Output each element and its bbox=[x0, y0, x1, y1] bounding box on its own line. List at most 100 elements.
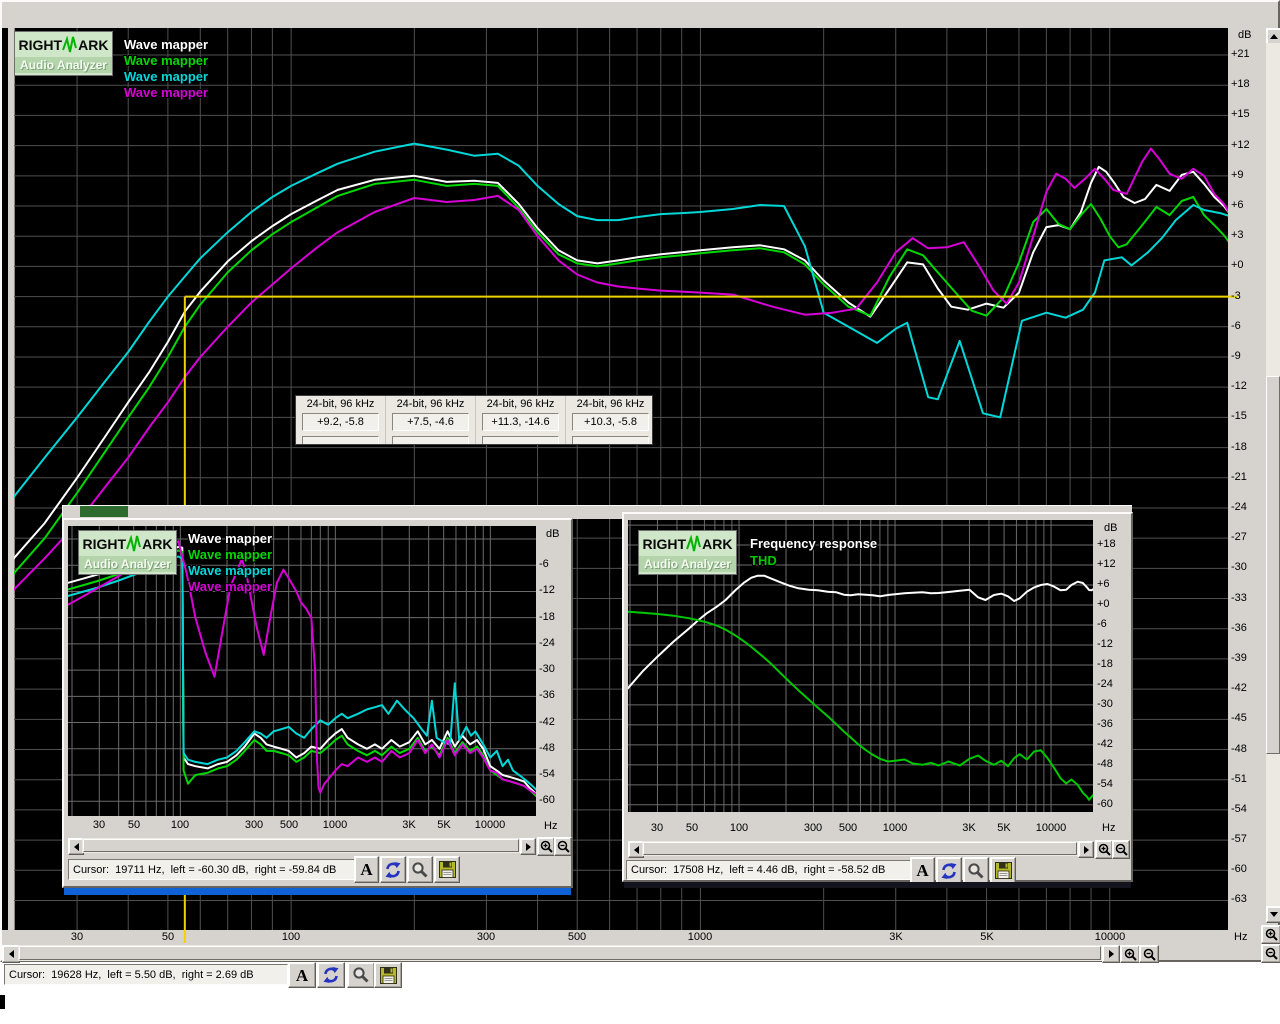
info-value-clipped bbox=[482, 436, 559, 444]
y-tick-label: -12 bbox=[1097, 638, 1113, 650]
zoom-options-button[interactable] bbox=[963, 857, 989, 884]
cursor-readout-text: Cursor: 19711 Hz, left = -60.30 dB, righ… bbox=[73, 863, 337, 876]
y-tick-label: -6 bbox=[1231, 320, 1241, 332]
magnifier-icon bbox=[412, 861, 428, 878]
h-scrollbar-thumb[interactable] bbox=[83, 839, 519, 852]
zoom-out-button[interactable] bbox=[554, 837, 572, 856]
info-column: 24-bit, 96 kHz +7.5, -4.6 bbox=[386, 396, 476, 444]
refresh-button[interactable] bbox=[317, 962, 345, 988]
y-tick-label: -21 bbox=[1231, 471, 1247, 483]
x-tick-label: 3K bbox=[402, 819, 416, 831]
y-tick-label: -42 bbox=[1097, 738, 1113, 750]
save-button[interactable] bbox=[374, 962, 402, 988]
zoom-out-button[interactable] bbox=[1112, 840, 1130, 859]
right-y-unit: dB bbox=[1104, 522, 1118, 534]
y-tick-label: -48 bbox=[539, 742, 555, 754]
zoom-in-x-button[interactable] bbox=[1120, 945, 1140, 963]
y-tick-label: +21 bbox=[1231, 48, 1250, 60]
font-a-icon: A bbox=[295, 965, 309, 985]
x-tick-label: 50 bbox=[127, 819, 141, 831]
zoom-options-button[interactable] bbox=[407, 856, 433, 883]
refresh-button[interactable] bbox=[936, 857, 962, 884]
font-a-icon: A bbox=[916, 861, 929, 880]
x-tick-label: 1000 bbox=[882, 822, 908, 834]
y-tick-label: -45 bbox=[1231, 712, 1247, 724]
scroll-right-button[interactable] bbox=[520, 838, 536, 855]
info-header: 24-bit, 96 kHz bbox=[306, 398, 375, 410]
x-tick-label: 50 bbox=[685, 822, 699, 834]
zoom-in-button[interactable] bbox=[1095, 840, 1113, 859]
font-a-icon: A bbox=[360, 860, 373, 879]
refresh-button[interactable] bbox=[380, 856, 406, 883]
refresh-icon bbox=[385, 861, 401, 878]
legend-item: Wave mapper bbox=[124, 37, 209, 52]
h-scrollbar-thumb[interactable] bbox=[19, 946, 1101, 960]
x-tick-label: 3K bbox=[889, 931, 903, 943]
font-button[interactable]: A bbox=[288, 962, 316, 988]
main-x-unit: Hz bbox=[1234, 931, 1248, 943]
y-tick-label: -6 bbox=[539, 558, 549, 570]
y-tick-label: +0 bbox=[1097, 598, 1110, 610]
zoom-in-button[interactable] bbox=[537, 837, 555, 856]
right-arrow-icon bbox=[525, 842, 531, 851]
zoom-options-button[interactable] bbox=[347, 962, 375, 988]
cursor-readout: Cursor: 17508 Hz, left = 4.46 dB, right … bbox=[626, 860, 914, 880]
x-tick-label: 500 bbox=[567, 931, 587, 943]
y-tick-label: +6 bbox=[1231, 199, 1244, 211]
font-button[interactable]: A bbox=[910, 857, 935, 884]
save-floppy-icon bbox=[438, 861, 456, 878]
logo-right-text: RIGHT bbox=[642, 535, 687, 552]
save-button[interactable] bbox=[990, 857, 1016, 884]
y-tick-label: -54 bbox=[539, 768, 555, 780]
zoom-out-icon bbox=[1143, 948, 1156, 961]
save-floppy-icon bbox=[379, 966, 397, 984]
save-button[interactable] bbox=[434, 856, 460, 883]
info-header: 24-bit, 96 kHz bbox=[486, 398, 555, 410]
font-button[interactable]: A bbox=[354, 856, 379, 883]
x-tick-label: 1000 bbox=[687, 931, 713, 943]
rightmark-logo-title: RIGHT ARK bbox=[15, 32, 112, 57]
y-tick-label: +0 bbox=[1231, 259, 1244, 271]
x-tick-label: 5K bbox=[980, 931, 994, 943]
legend-item: Frequency response bbox=[750, 536, 878, 551]
y-tick-label: +9 bbox=[1231, 169, 1244, 181]
y-tick-label: -30 bbox=[1231, 561, 1247, 573]
logo-ark-text: ARK bbox=[702, 535, 733, 552]
info-value-clipped bbox=[392, 436, 469, 444]
y-tick-label: -36 bbox=[1097, 718, 1113, 730]
x-tick-label: 10000 bbox=[1094, 931, 1126, 943]
y-tick-label: -6 bbox=[1097, 618, 1107, 630]
legend-item: Wave mapper bbox=[188, 579, 273, 594]
y-tick-label: -42 bbox=[1231, 682, 1247, 694]
y-tick-label: -54 bbox=[1231, 803, 1247, 815]
scroll-right-button[interactable] bbox=[1078, 841, 1094, 858]
x-tick-label: 100 bbox=[170, 819, 190, 831]
rightmark-logo: RIGHT ARK Audio Analyzer bbox=[78, 530, 177, 575]
scroll-down-button[interactable] bbox=[1266, 906, 1280, 923]
h-scrollbar-track[interactable] bbox=[18, 945, 1102, 961]
info-column: 24-bit, 96 kHz +10.3, -5.8 bbox=[566, 396, 652, 444]
x-tick-label: 10000 bbox=[474, 819, 506, 831]
y-tick-label: +18 bbox=[1231, 78, 1250, 90]
info-value-clipped bbox=[572, 436, 649, 444]
legend-item: Wave mapper bbox=[124, 53, 209, 68]
y-tick-label: +12 bbox=[1097, 558, 1116, 570]
zoom-out-x-button[interactable] bbox=[1139, 945, 1159, 963]
x-tick-label: 5K bbox=[437, 819, 451, 831]
y-tick-label: -18 bbox=[1097, 658, 1113, 670]
y-tick-label: -15 bbox=[1231, 410, 1247, 422]
rightmark-logo-title: RIGHT ARK bbox=[639, 531, 736, 556]
measurement-info-panel: 24-bit, 96 kHz +9.2, -5.8 24-bit, 96 kHz… bbox=[295, 395, 653, 445]
cursor-readout: Cursor: 19711 Hz, left = -60.30 dB, righ… bbox=[68, 859, 360, 880]
zoom-in-y-button[interactable] bbox=[1261, 925, 1280, 944]
h-scrollbar-track[interactable] bbox=[642, 841, 1078, 856]
scroll-right-button[interactable] bbox=[1102, 945, 1120, 963]
v-scrollbar-thumb[interactable] bbox=[1266, 376, 1280, 754]
h-scrollbar-track[interactable] bbox=[82, 838, 520, 853]
y-tick-label: -54 bbox=[1097, 778, 1113, 790]
main-left-gutter bbox=[8, 28, 15, 930]
zoom-out-y-button[interactable] bbox=[1261, 944, 1280, 963]
y-tick-label: -18 bbox=[1231, 441, 1247, 453]
zoom-in-icon bbox=[1098, 843, 1111, 856]
h-scrollbar-thumb[interactable] bbox=[643, 842, 1077, 855]
